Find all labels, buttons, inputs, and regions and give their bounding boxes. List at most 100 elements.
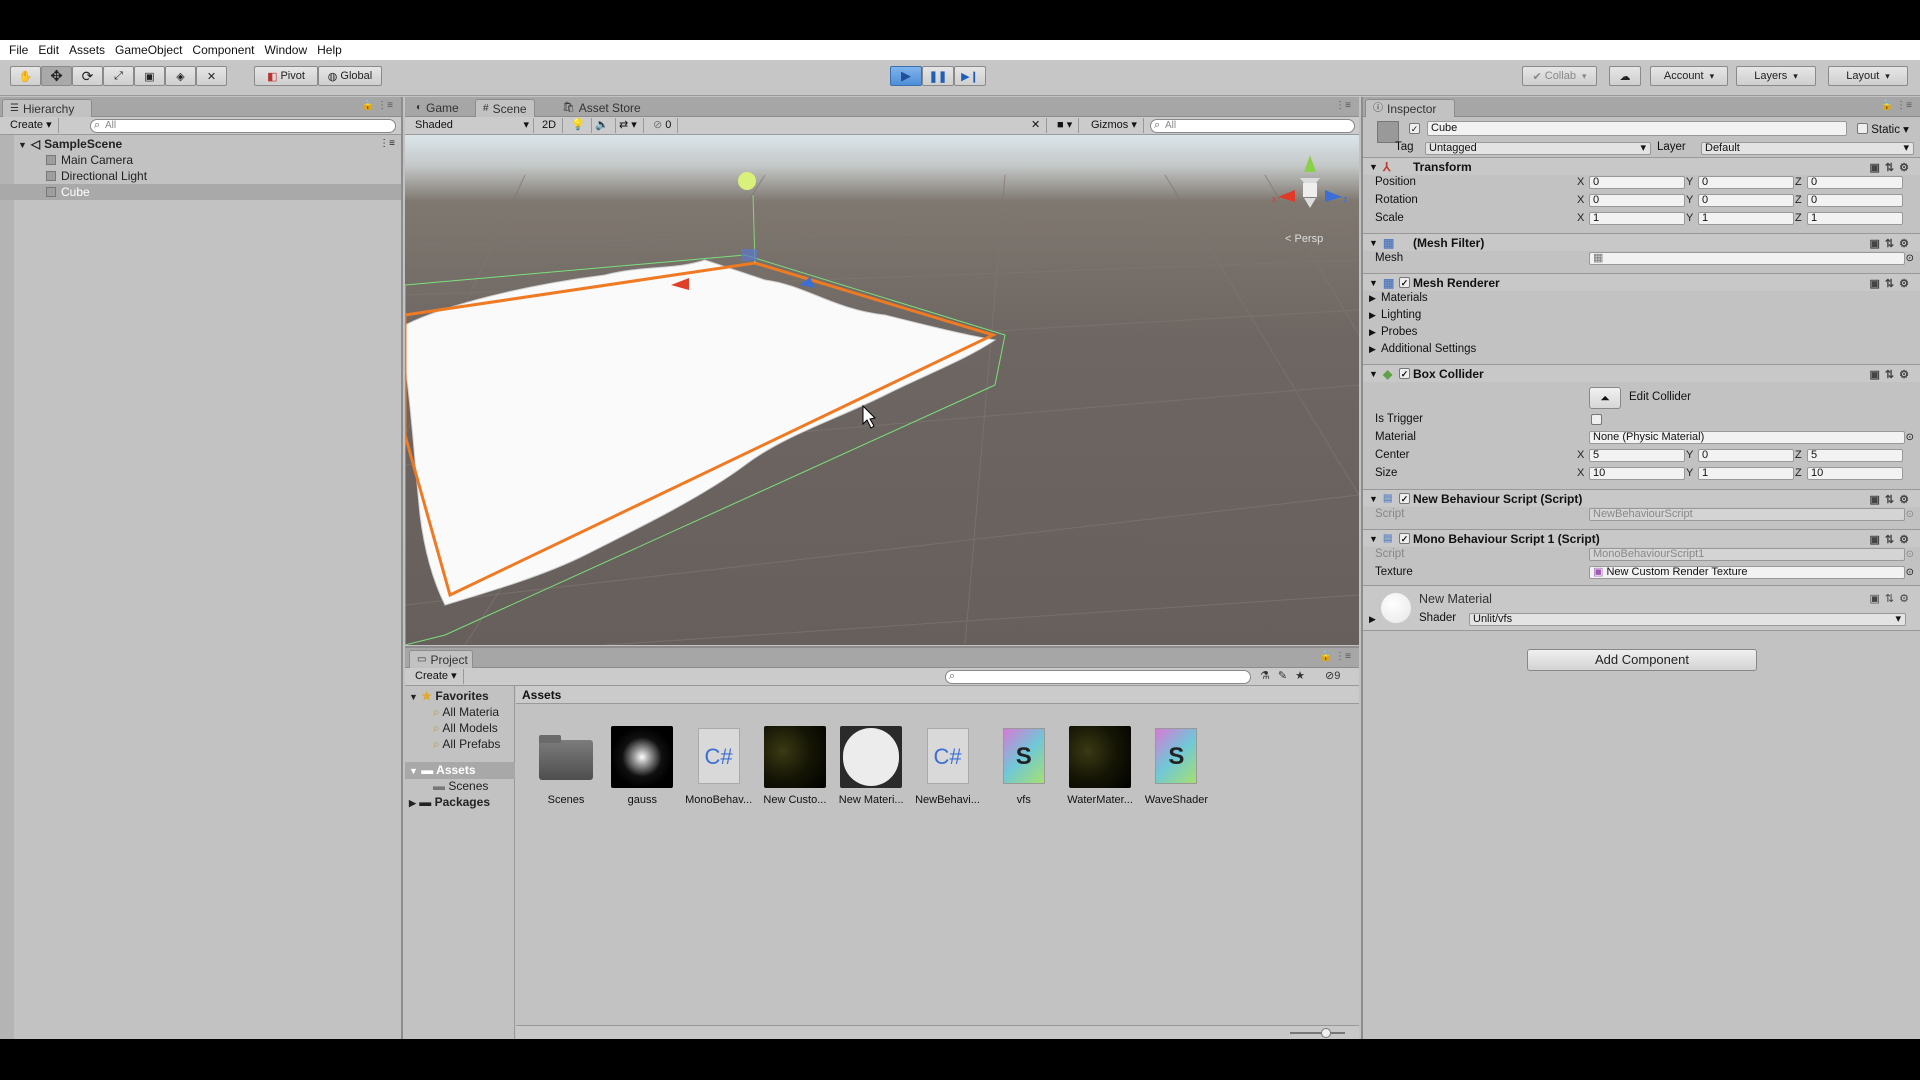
effects-dropdown[interactable]: ⇄ ▾ <box>613 118 644 133</box>
audio-toggle[interactable]: 🔈 <box>589 118 616 133</box>
active-checkbox[interactable]: ✓ <box>1409 123 1420 134</box>
enabled-checkbox[interactable]: ✓ <box>1399 368 1410 379</box>
expand-triangle-icon[interactable]: ▶ <box>1369 614 1376 625</box>
camera-dropdown[interactable]: ■ ▾ <box>1051 118 1080 133</box>
menu-edit[interactable]: Edit <box>33 40 64 60</box>
project-create-button[interactable]: Create ▾ <box>409 669 464 684</box>
expand-triangle-icon[interactable]: ▼ <box>409 766 418 776</box>
enabled-checkbox[interactable]: ✓ <box>1399 277 1410 288</box>
layers-dropdown[interactable]: Layers <box>1736 66 1816 86</box>
orientation-gizmo[interactable]: x z <box>1272 155 1348 208</box>
mesh-field[interactable]: ▦ <box>1589 252 1905 265</box>
rotate-tool-button[interactable]: ⟳ <box>72 66 103 86</box>
menu-component[interactable]: Component <box>187 40 259 60</box>
shader-dropdown[interactable]: Unlit/vfs ▾ <box>1469 613 1906 626</box>
object-picker-icon[interactable]: ⊙ <box>1906 430 1914 445</box>
renderer-section-materials[interactable]: ▶ Materials <box>1363 291 1920 306</box>
texture-field[interactable]: ▣ New Custom Render Texture <box>1589 566 1905 579</box>
tree-assets[interactable]: ▼ ▬ Assets <box>405 762 515 779</box>
scene-search-input[interactable]: All <box>1150 119 1355 133</box>
panel-menu-icon[interactable]: ⋮≡ <box>1335 100 1351 111</box>
wave-mesh-plane[interactable] <box>405 259 997 606</box>
transform-tool-button[interactable]: ◈ <box>165 66 196 86</box>
panel-menu-icon[interactable]: 🔒 ⋮≡ <box>362 100 393 111</box>
expand-triangle-icon[interactable]: ▼ <box>1369 234 1378 252</box>
y-value-field[interactable]: 1 <box>1698 212 1794 225</box>
expand-triangle-icon[interactable]: ▼ <box>1369 158 1378 176</box>
directional-light-gizmo[interactable] <box>738 172 756 190</box>
pause-button[interactable]: ❚❚ <box>922 66 954 86</box>
move-tool-button[interactable]: ✥ <box>41 66 72 86</box>
tab-inspector[interactable]: ⓘ Inspector <box>1365 99 1455 117</box>
gizmos-dropdown[interactable]: Gizmos ▾ <box>1085 118 1144 133</box>
asset-item[interactable]: S WaveShader <box>1140 726 1212 806</box>
object-picker-icon[interactable]: ⊙ <box>1906 251 1914 266</box>
z-value-field[interactable]: 0 <box>1807 194 1903 207</box>
mode-2d-toggle[interactable]: 2D <box>536 118 564 133</box>
object-name-field[interactable]: Cube <box>1427 121 1847 136</box>
x-value-field[interactable]: 0 <box>1589 194 1685 207</box>
expand-triangle-icon[interactable]: ▼ <box>1369 530 1378 548</box>
pivot-toggle[interactable]: ◧ Pivot <box>254 66 318 86</box>
shading-mode-dropdown[interactable]: Shaded ▾ <box>409 118 534 133</box>
asset-item[interactable]: gauss <box>606 726 678 806</box>
expand-triangle-icon[interactable]: ▼ <box>1369 490 1378 508</box>
move-handle-plane[interactable] <box>741 249 757 261</box>
expand-triangle-icon[interactable]: ▶ <box>1369 342 1376 357</box>
transform-header[interactable]: ▼ ⅄ Transform ▣⇅⚙ <box>1363 157 1920 175</box>
enabled-checkbox[interactable]: ✓ <box>1399 533 1410 544</box>
icon-size-slider[interactable] <box>1290 1032 1345 1034</box>
hierarchy-item-directional-light[interactable]: Directional Light <box>0 168 401 184</box>
mesh-filter-header[interactable]: ▼ ▦ (Mesh Filter) ▣⇅⚙ <box>1363 233 1920 251</box>
tree-packages[interactable]: ▶ ▬ Packages <box>409 794 490 811</box>
y-value-field[interactable]: 0 <box>1698 176 1794 189</box>
x-value-field[interactable]: 5 <box>1589 449 1685 462</box>
expand-triangle-icon[interactable]: ▼ <box>1369 274 1378 292</box>
z-value-field[interactable]: 1 <box>1807 212 1903 225</box>
y-value-field[interactable]: 0 <box>1698 449 1794 462</box>
new-behaviour-script-header[interactable]: ▼ ▤ ✓ New Behaviour Script (Script) ▣⇅⚙ <box>1363 489 1920 507</box>
tree-favorites[interactable]: ▼ ★ Favorites <box>409 688 489 705</box>
collider-material-field[interactable]: None (Physic Material) <box>1589 431 1905 444</box>
add-component-button[interactable]: Add Component <box>1527 649 1757 671</box>
collab-dropdown[interactable]: ✔ Collab <box>1522 66 1597 86</box>
expand-triangle-icon[interactable]: ▶ <box>409 798 416 808</box>
tab-game[interactable]: ◐ Game <box>409 99 466 117</box>
y-value-field[interactable]: 1 <box>1698 467 1794 480</box>
edit-collider-button[interactable]: ⏶ <box>1589 387 1621 409</box>
expand-triangle-icon[interactable]: ▼ <box>1369 365 1378 383</box>
expand-triangle-icon[interactable]: ▶ <box>1369 308 1376 323</box>
play-button[interactable]: ▶ <box>890 66 922 86</box>
expand-triangle-icon[interactable]: ▼ <box>409 692 418 702</box>
tab-scene[interactable]: # Scene <box>475 99 535 117</box>
menu-help[interactable]: Help <box>312 40 347 60</box>
cloud-button[interactable]: ☁ <box>1609 66 1641 86</box>
layer-dropdown[interactable]: Default ▾ <box>1701 142 1914 155</box>
tree-favorite-all-prefabs[interactable]: ⌕ All Prefabs <box>433 736 500 752</box>
static-checkbox[interactable] <box>1857 123 1868 134</box>
renderer-section-lighting[interactable]: ▶ Lighting <box>1363 308 1920 323</box>
object-picker-icon[interactable]: ⊙ <box>1906 565 1914 580</box>
asset-item[interactable]: Svfs <box>988 726 1060 806</box>
global-toggle[interactable]: ◍ Global <box>318 66 382 86</box>
tree-favorite-all-materials[interactable]: ⌕ All Materia <box>433 704 499 720</box>
is-trigger-checkbox[interactable] <box>1591 414 1602 425</box>
x-value-field[interactable]: 1 <box>1589 212 1685 225</box>
hierarchy-create-button[interactable]: Create ▾ <box>4 118 59 133</box>
tab-hierarchy[interactable]: ☰ Hierarchy <box>2 99 92 117</box>
account-dropdown[interactable]: Account <box>1650 66 1728 86</box>
mesh-renderer-header[interactable]: ▼ ▦ ✓ Mesh Renderer ▣⇅⚙ <box>1363 273 1920 291</box>
slider-thumb[interactable] <box>1321 1028 1331 1038</box>
tree-favorite-all-models[interactable]: ⌕ All Models <box>433 720 498 736</box>
menu-assets[interactable]: Assets <box>64 40 110 60</box>
expand-triangle-icon[interactable]: ▶ <box>1369 291 1376 306</box>
layout-dropdown[interactable]: Layout <box>1828 66 1908 86</box>
menu-window[interactable]: Window <box>259 40 312 60</box>
asset-item[interactable]: Scenes <box>530 726 602 806</box>
x-value-field[interactable]: 0 <box>1589 176 1685 189</box>
x-value-field[interactable]: 10 <box>1589 467 1685 480</box>
asset-item[interactable]: C# MonoBehav... <box>683 726 755 806</box>
renderer-section-probes[interactable]: ▶ Probes <box>1363 325 1920 340</box>
rect-tool-button[interactable]: ▣ <box>134 66 165 86</box>
material-header-icons[interactable]: ▣⇅⚙ <box>1870 592 1914 605</box>
